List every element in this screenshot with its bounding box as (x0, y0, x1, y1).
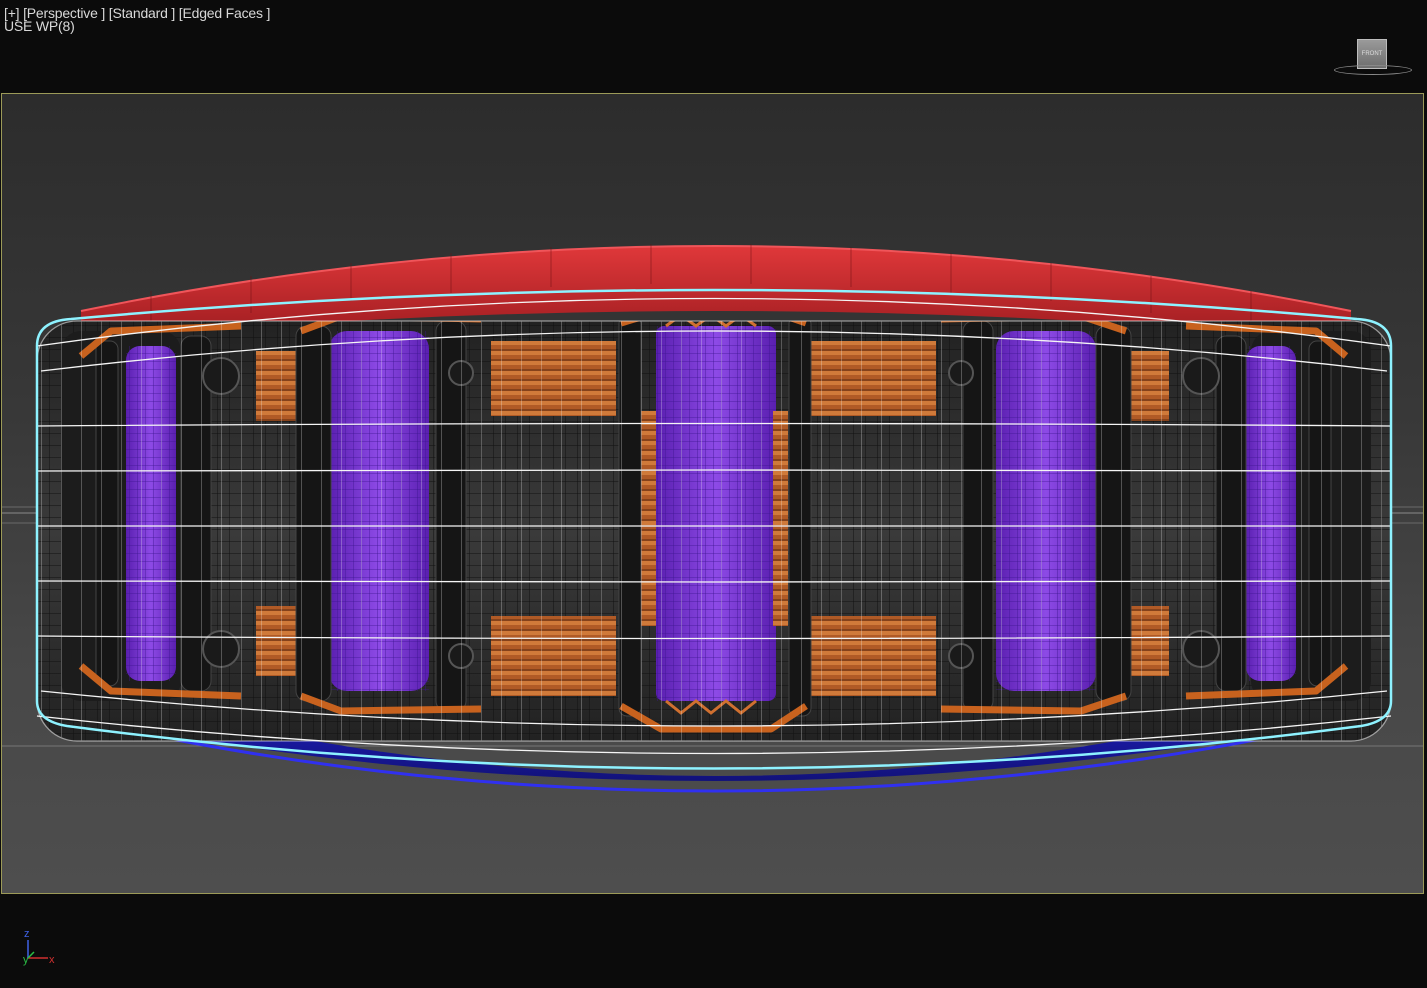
viewport-menu-edged-faces[interactable]: [Edged Faces ] (179, 5, 271, 21)
safe-frame (1, 93, 1424, 894)
viewcube-icon[interactable]: FRONT (1334, 36, 1414, 78)
viewport-menu-shading[interactable]: [Standard ] (109, 5, 175, 21)
workplane-label: USE WP(8) (4, 18, 75, 34)
axis-tripod-lines (27, 940, 48, 959)
scene-render (2, 244, 1423, 793)
perspective-viewport[interactable]: [+] [Perspective ] [Standard ] [Edged Fa… (0, 0, 1427, 988)
axis-tripod-icon: z y x (20, 926, 64, 968)
viewcube-compass-ring[interactable] (1334, 65, 1412, 75)
